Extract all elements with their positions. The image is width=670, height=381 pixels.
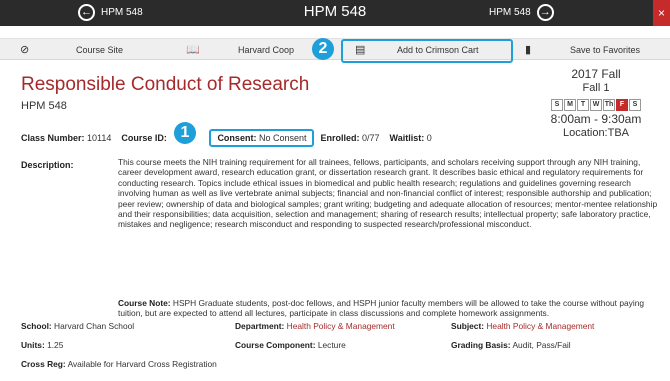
callout-1: 1 — [174, 122, 196, 144]
department-field: Department: Health Policy & Management — [235, 321, 395, 331]
course-site-link[interactable]: Course Site — [76, 39, 123, 60]
description-text: This course meets the NIH training requi… — [118, 157, 658, 230]
waitlist-value: 0 — [426, 133, 432, 143]
arrow-right-icon: → — [536, 4, 554, 21]
course-header-bar: ← HPM 548 HPM 548 HPM 548 → × — [0, 0, 670, 26]
day-saturday: S — [629, 99, 641, 111]
course-title: Responsible Conduct of Research — [21, 74, 310, 95]
course-note-label: Course Note: — [118, 298, 171, 308]
enrolled-label: Enrolled: — [320, 133, 360, 143]
next-course-label: HPM 548 — [489, 7, 531, 18]
course-note-text: HSPH Graduate students, post-doc fellows… — [118, 298, 645, 319]
school-field: School: Harvard Chan School — [21, 321, 134, 331]
waitlist-label: Waitlist: — [389, 133, 425, 143]
day-tuesday: T — [577, 99, 589, 111]
course-code: HPM 548 — [21, 100, 67, 112]
grading-field: Grading Basis: Audit, Pass/Fail — [451, 340, 571, 350]
description-label: Description: — [21, 160, 74, 170]
meeting-days: S M T W Th F S — [535, 99, 657, 111]
add-to-cart-label: Add to Crimson Cart — [397, 44, 479, 55]
callout-2: 2 — [312, 38, 334, 60]
component-field: Course Component: Lecture — [235, 340, 346, 350]
course-toolbar: ⊘ Course Site 📖 Harvard Coop ▤ Add to Cr… — [0, 38, 670, 60]
term-year: 2017 Fall — [571, 67, 621, 81]
id-card-icon: ▤ — [355, 44, 366, 56]
close-button[interactable]: × — [653, 0, 670, 26]
grading-value: Audit, Pass/Fail — [512, 340, 571, 350]
term-session: Fall 1 — [582, 82, 610, 94]
units-field: Units: 1.25 — [21, 340, 63, 350]
units-label: Units: — [21, 340, 45, 350]
department-link[interactable]: Health Policy & Management — [287, 321, 395, 331]
page-title: HPM 548 — [303, 3, 367, 20]
meeting-time: 8:00am - 9:30am — [550, 112, 642, 126]
school-value: Harvard Chan School — [54, 321, 135, 331]
harvard-coop-link[interactable]: Harvard Coop — [238, 39, 294, 60]
grading-label: Grading Basis: — [451, 340, 511, 350]
subject-label: Subject: — [451, 321, 485, 331]
bookmark-icon: ▮ — [525, 44, 532, 56]
class-number-value: 10114 — [87, 133, 112, 143]
previous-course-label: HPM 548 — [101, 7, 143, 18]
meeting-location: Location:TBA — [562, 127, 630, 139]
enrolled-value: 0/77 — [362, 133, 380, 143]
component-label: Course Component: — [235, 340, 316, 350]
cross-reg-field: Cross Reg: Available for Harvard Cross R… — [21, 359, 217, 369]
previous-course-button[interactable]: ← HPM 548 — [78, 4, 143, 21]
subject-link[interactable]: Health Policy & Management — [486, 321, 594, 331]
class-info-row: Class Number: 10114 Course ID: Consent: … — [21, 129, 432, 147]
component-value: Lecture — [317, 340, 346, 350]
consent-value: No Consent — [258, 133, 307, 143]
day-friday: F — [616, 99, 628, 111]
book-icon: 📖 — [186, 44, 200, 56]
course-id-label: Course ID: — [121, 133, 167, 143]
units-value: 1.25 — [47, 340, 64, 350]
day-thursday: Th — [603, 99, 615, 111]
consent-box: Consent: No Consent — [209, 129, 315, 147]
day-monday: M — [564, 99, 576, 111]
day-sunday: S — [551, 99, 563, 111]
course-note: Course Note: HSPH Graduate students, pos… — [118, 298, 658, 319]
cross-reg-value: Available for Harvard Cross Registration — [67, 359, 217, 369]
cross-reg-label: Cross Reg: — [21, 359, 66, 369]
school-label: School: — [21, 321, 52, 331]
save-to-favorites-button[interactable]: Save to Favorites — [570, 39, 640, 60]
harvard-coop-label: Harvard Coop — [238, 44, 295, 55]
link-icon: ⊘ — [20, 44, 30, 56]
save-favorites-icon-button[interactable]: ▮ — [525, 39, 531, 60]
add-to-crimson-cart-button[interactable]: Add to Crimson Cart — [397, 39, 479, 60]
subject-field: Subject: Health Policy & Management — [451, 321, 594, 331]
arrow-left-icon: ← — [78, 4, 95, 21]
department-label: Department: — [235, 321, 285, 331]
harvard-coop-icon-button[interactable]: 📖 — [186, 39, 200, 60]
course-site-icon-button[interactable]: ⊘ — [20, 39, 29, 60]
save-favorites-label: Save to Favorites — [570, 44, 641, 55]
class-number-label: Class Number: — [21, 133, 85, 143]
add-to-cart-icon-button[interactable]: ▤ — [355, 39, 365, 60]
day-wednesday: W — [590, 99, 602, 111]
consent-label: Consent: — [217, 133, 257, 143]
next-course-button[interactable]: HPM 548 → — [489, 4, 554, 21]
course-site-label: Course Site — [76, 44, 124, 55]
term-info: 2017 Fall Fall 1 S M T W Th F S 8:00am -… — [535, 67, 657, 140]
